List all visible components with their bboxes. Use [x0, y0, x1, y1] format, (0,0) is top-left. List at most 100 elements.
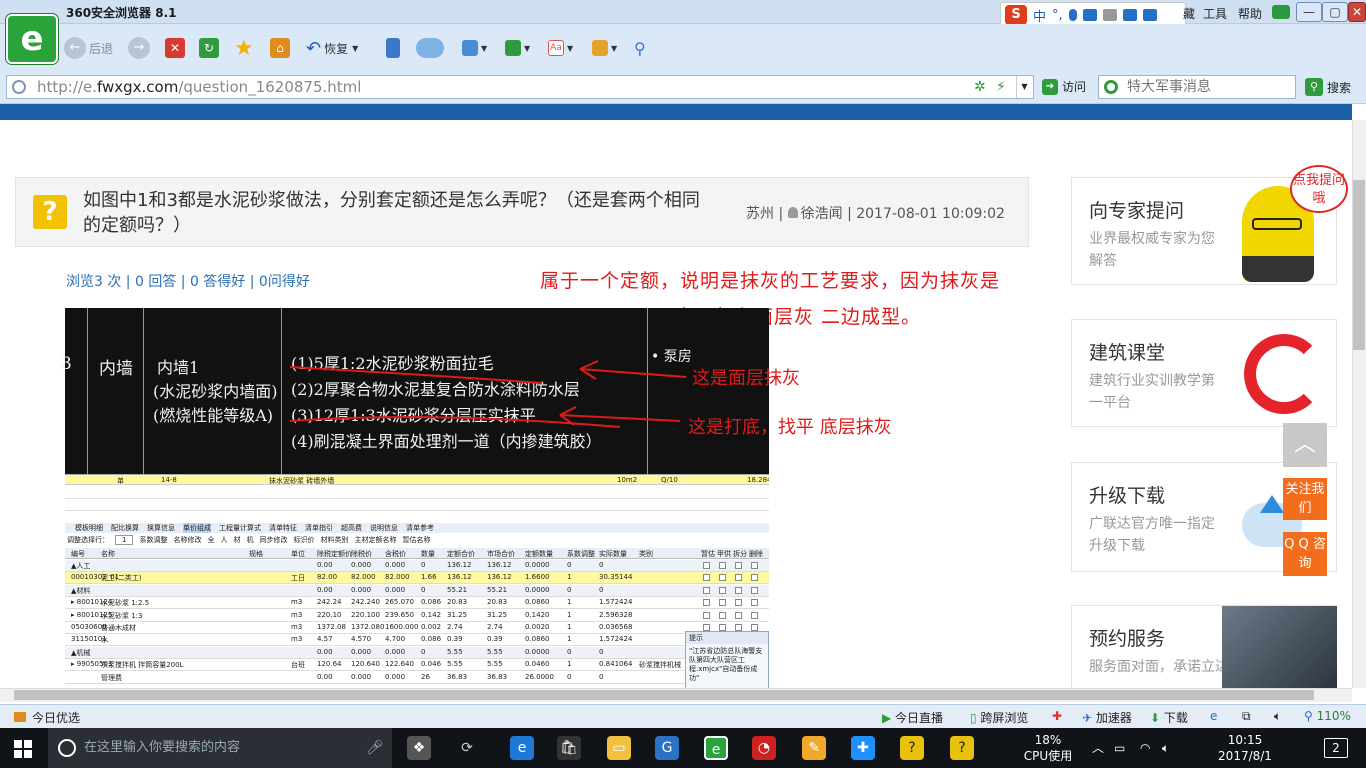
table-header-cell[interactable]: 规格 [249, 549, 263, 559]
tab-quantity[interactable]: 工程量计算式 [219, 523, 261, 533]
browser-logo-icon[interactable]: e [6, 14, 58, 64]
keyboard-icon[interactable] [1082, 9, 1097, 21]
table-header-cell[interactable]: 暂估 [701, 549, 715, 559]
table-checkbox[interactable] [735, 586, 742, 594]
table-checkbox[interactable] [703, 624, 710, 631]
table-header-cell[interactable]: 定额合价 [447, 549, 475, 559]
tray-volume-icon[interactable]: 🔈︎ [1162, 740, 1169, 756]
taskbar-search-input[interactable]: 在这里输入你要搜索的内容 [48, 728, 392, 768]
table-checkbox[interactable] [703, 586, 710, 594]
speaker-icon[interactable]: 🔈︎ [1274, 709, 1281, 724]
close-button[interactable]: ✕ [1348, 2, 1366, 22]
site-info-icon[interactable] [12, 80, 26, 94]
clock[interactable]: 10:15 2017/8/1 [1190, 732, 1300, 764]
security-button[interactable]: ▼ [505, 36, 530, 60]
microphone-icon[interactable]: 🎤︎ [366, 740, 384, 756]
url-dropdown-icon[interactable]: ▼ [1016, 76, 1032, 98]
minimize-button[interactable]: — [1296, 2, 1322, 22]
table-checkbox[interactable] [719, 574, 726, 582]
app-g-icon[interactable]: G [655, 736, 679, 760]
stop-button[interactable]: ✕ [165, 36, 185, 60]
table-checkbox[interactable] [735, 574, 742, 582]
favorite-button[interactable]: ★ [234, 36, 254, 61]
download-button[interactable]: ⬇ 下载 [1150, 709, 1188, 726]
tab-unit-price[interactable]: 单价组成 [183, 523, 211, 533]
notes-icon[interactable]: ✎ [802, 736, 826, 760]
table-row[interactable]: ▲机械 0.00 0.000 0.000 0 5.55 5.55 0.0000 0 0 [65, 646, 769, 659]
table-header-cell[interactable]: 除税价 [351, 549, 372, 559]
shirt-icon[interactable] [1122, 9, 1137, 21]
user-icon[interactable] [1102, 9, 1117, 21]
menu-tools[interactable]: 工具 [1203, 5, 1227, 22]
store-icon[interactable]: 🛍︎ [557, 736, 581, 760]
table-header-cell[interactable]: 甲供 [717, 549, 731, 559]
browser-360-icon[interactable]: e [704, 736, 728, 760]
table-checkbox[interactable] [719, 562, 726, 569]
horizontal-scroll-thumb[interactable] [14, 690, 1314, 700]
mic-icon[interactable] [1068, 9, 1077, 21]
cloud-button[interactable] [416, 36, 444, 60]
table-row[interactable]: 31150101 水 m3 4.57 4.570 4.700 0.086 0.39 0.39 0.… [65, 634, 769, 647]
tray-chevron-icon[interactable]: ︿ [1092, 740, 1104, 756]
zoom-button[interactable]: ⚲ [634, 36, 646, 60]
ime-punct[interactable]: °, [1052, 8, 1063, 23]
table-checkbox[interactable] [719, 599, 726, 607]
ime-mode[interactable]: 中 [1033, 6, 1046, 25]
course-card[interactable]: 建筑课堂 建筑行业实训教学第一平台 [1071, 319, 1337, 427]
app-plus-icon[interactable]: ✚ [851, 736, 875, 760]
search-engine-icon[interactable] [1104, 80, 1118, 94]
tab-conversion[interactable]: 换算信息 [147, 523, 175, 533]
tray-wifi-icon[interactable]: ◠ [1140, 740, 1150, 756]
tab-template[interactable]: 模板明细 [75, 523, 103, 533]
recycle-icon[interactable]: ✲ [974, 79, 986, 95]
qq-consult-button[interactable]: Q Q 咨询 [1283, 532, 1327, 576]
search-button[interactable]: ⚲ 搜索 [1305, 78, 1351, 96]
table-checkbox[interactable] [719, 586, 726, 594]
translate-button[interactable]: Aa ▼ [548, 36, 573, 60]
table-checkbox[interactable] [719, 611, 726, 619]
table-checkbox[interactable] [751, 624, 758, 631]
table-row[interactable]: 05030600 普通木成材 m3 1372.08 1372.080 1600.000 0.… [65, 622, 769, 634]
table-header-cell[interactable]: 删除 [749, 549, 763, 559]
tab-reference[interactable]: 清单参考 [406, 523, 434, 533]
table-header-cell[interactable]: 名称 [101, 549, 115, 559]
table-header-cell[interactable]: 拆分 [733, 549, 747, 559]
ask-bubble[interactable]: 点我提问哦 [1290, 165, 1348, 213]
plugin-icon[interactable]: ✚ [1052, 709, 1062, 723]
table-checkbox[interactable] [751, 586, 758, 594]
table-header-cell[interactable]: 系数调整 [567, 549, 595, 559]
ie-icon[interactable]: e [1210, 709, 1217, 723]
screenshot-button[interactable]: ▼ [592, 36, 617, 60]
table-row[interactable]: ▸ 80010124 水泥砂浆 1:2.5 m3 242.24 242.240 265.0… [65, 597, 769, 610]
service-card[interactable]: 预约服务 服务面对面，承诺立达 [1071, 605, 1337, 695]
maximize-button[interactable]: ▢ [1322, 2, 1348, 22]
app-help2-icon[interactable]: ? [950, 736, 974, 760]
table-checkbox[interactable] [751, 574, 758, 582]
table-header-cell[interactable]: 含税价 [385, 549, 406, 559]
table-checkbox[interactable] [703, 574, 710, 582]
table-header-cell[interactable]: 实际数量 [599, 549, 627, 559]
table-header-cell[interactable]: 除税定额价 [317, 549, 352, 559]
zoom-level[interactable]: ⚲ 110% [1304, 709, 1351, 723]
table-checkbox[interactable] [735, 599, 742, 607]
apps-button[interactable]: ▼ [462, 36, 487, 60]
tab-ratio[interactable]: 配比换算 [111, 523, 139, 533]
home-button[interactable]: ⌂ [270, 36, 290, 60]
table-row[interactable]: 00010302_01 泥工(二类工) 工日 82.00 82.000 82.000 1.6… [65, 572, 769, 585]
vertical-scroll-thumb[interactable] [1353, 180, 1365, 350]
table-checkbox[interactable] [751, 599, 758, 607]
table-header-cell[interactable]: 单位 [291, 549, 305, 559]
table-checkbox[interactable] [719, 624, 726, 631]
back-button[interactable]: ← 后退 [64, 36, 113, 60]
table-row[interactable]: ▸ 80010125 水泥砂浆 1:3 m3 220.10 220.100 239.650… [65, 610, 769, 622]
tab-guide[interactable]: 清单指引 [305, 523, 333, 533]
table-checkbox[interactable] [703, 562, 710, 569]
author-link[interactable]: 徐浩闻 [801, 206, 843, 222]
app-spiral-icon[interactable]: ⟳ [455, 736, 479, 760]
table-checkbox[interactable] [703, 599, 710, 607]
row-select-input[interactable]: 1 [115, 535, 134, 545]
table-row[interactable]: ▸ 99050503 灰浆搅拌机 拌筒容量200L 台班 120.64 120.640 1… [65, 659, 769, 672]
app-red-icon[interactable]: ◔ [752, 736, 776, 760]
table-checkbox[interactable] [751, 562, 758, 569]
shirt-skin-icon[interactable] [1272, 5, 1290, 19]
